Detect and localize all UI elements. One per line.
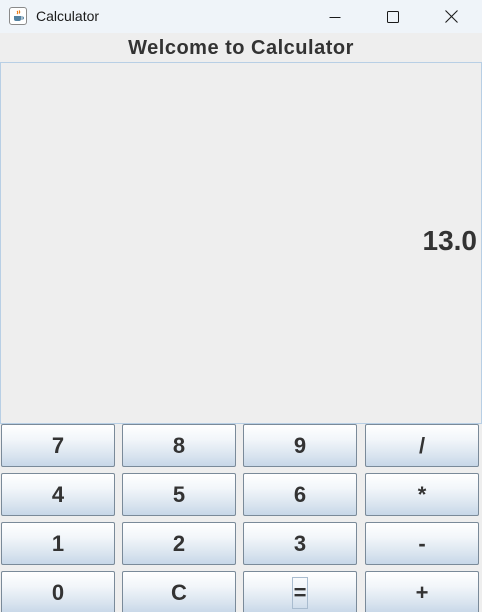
key-subtract[interactable]: - [365,522,479,565]
key-4[interactable]: 4 [1,473,115,516]
calculator-window: Calculator Welcome to Calculator 13.0 7 … [0,0,482,612]
key-9[interactable]: 9 [243,424,357,467]
title-bar: Calculator [0,0,482,33]
key-2[interactable]: 2 [122,522,236,565]
close-button[interactable] [422,0,480,33]
key-multiply[interactable]: * [365,473,479,516]
keypad: 7 8 9 / 4 5 6 * 1 2 3 - 0 C = + [0,423,482,612]
key-0[interactable]: 0 [1,571,115,612]
key-7[interactable]: 7 [1,424,115,467]
key-equals[interactable]: = [243,571,357,612]
key-1[interactable]: 1 [1,522,115,565]
minimize-icon [329,16,341,18]
maximize-button[interactable] [364,0,422,33]
key-3[interactable]: 3 [243,522,357,565]
key-equals-label: = [291,576,309,609]
key-8[interactable]: 8 [122,424,236,467]
key-5[interactable]: 5 [122,473,236,516]
java-cup-icon [9,7,27,25]
key-divide[interactable]: / [365,424,479,467]
welcome-heading: Welcome to Calculator [128,37,354,59]
minimize-button[interactable] [306,0,364,33]
key-add[interactable]: + [365,571,479,612]
window-title: Calculator [36,8,100,24]
key-6[interactable]: 6 [243,473,357,516]
key-clear[interactable]: C [122,571,236,612]
close-icon [444,10,458,23]
display-value: 13.0 [422,225,478,256]
result-display: 13.0 [0,62,482,424]
maximize-icon [387,10,399,23]
